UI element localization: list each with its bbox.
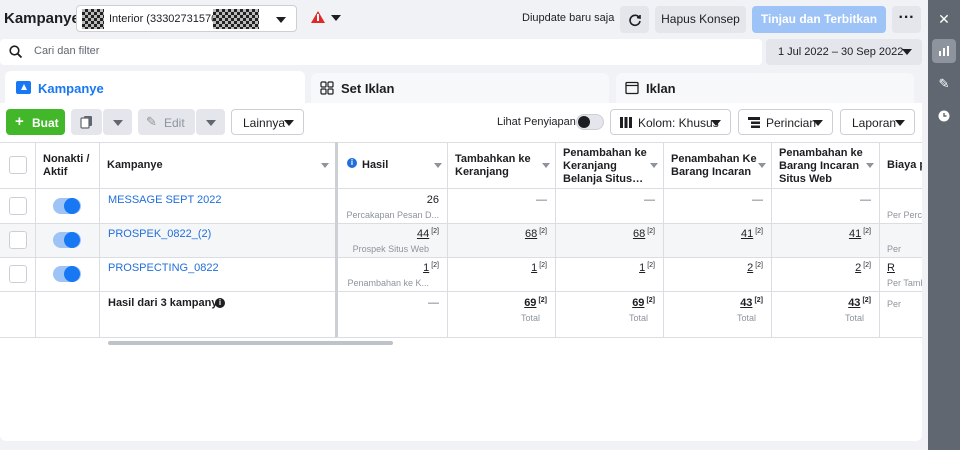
info-icon[interactable]: i [347,158,357,168]
ad-icon [625,81,639,95]
discard-draft-button[interactable]: Hapus Konsep [655,6,746,33]
pencil-icon: ✎ [938,76,950,91]
clock-icon [938,110,950,122]
row-checkbox[interactable] [9,265,27,283]
more-actions-button[interactable]: Lainnya [231,109,304,135]
edit-dropdown[interactable] [196,109,225,135]
col-header-add-wishlist[interactable]: Penambahan Ke Barang Incaran [671,153,761,179]
campaign-toggle[interactable] [53,198,81,214]
campaign-icon [16,81,31,94]
chevron-down-icon [895,120,905,126]
refresh-icon [628,13,641,26]
tab-campaigns[interactable]: Kampanye [5,71,305,104]
redacted-id [213,9,259,29]
close-button[interactable]: ✕ [932,7,956,31]
row-checkbox[interactable] [9,231,27,249]
preview-setup-label: Lihat Penyiapan [497,116,576,128]
sort-icon[interactable] [758,163,766,168]
campaign-name-link[interactable]: PROSPEK_0822_(2) [108,228,211,240]
edit-panel-button[interactable]: ✎ [932,72,956,96]
breakdown-button[interactable]: Perincian [738,109,833,135]
insights-button[interactable] [932,39,956,63]
more-options-button[interactable]: ··· [892,6,921,33]
col-header-results[interactable]: Hasil [362,159,388,172]
tab-adsets-label: Set Iklan [341,81,395,96]
columns-button[interactable]: Kolom: Khusus [610,109,731,135]
chevron-down-icon [902,49,912,55]
tab-campaigns-label: Kampanye [38,81,104,96]
row-checkbox[interactable] [9,197,27,215]
reports-button[interactable]: Laporan [840,109,915,135]
tab-ads-label: Iklan [646,81,676,96]
col-header-cost[interactable]: Biaya pe [887,159,922,172]
duplicate-dropdown[interactable] [103,109,132,135]
campaign-toggle[interactable] [53,266,81,282]
create-button[interactable]: + Buat [6,109,65,135]
col-header-add-to-cart[interactable]: Tambahkan ke Keranjang [455,153,545,179]
update-status: Diupdate baru saja [522,12,615,24]
col-header-add-to-cart-shop[interactable]: Penambahan ke Keranjang Belanja Situs… [563,147,648,186]
sort-icon[interactable] [542,163,550,168]
chevron-down-icon [113,120,123,126]
campaign-name-link[interactable]: MESSAGE SEPT 2022 [108,194,222,206]
date-range-picker[interactable]: 1 Jul 2022 – 30 Sep 2022 [766,39,922,65]
results-value: 26 [426,194,439,206]
search-placeholder: Cari dan filter [34,45,100,57]
grid-icon [320,81,334,95]
page-title: Kampanye [4,10,80,27]
select-all-checkbox[interactable] [9,156,27,174]
close-icon: ✕ [938,10,950,27]
col-header-campaign[interactable]: Kampanye [107,159,163,172]
tab-ads[interactable]: Iklan [616,73,914,103]
duplicate-icon [80,116,92,129]
col-header-add-wishlist-web[interactable]: Penambahan ke Barang Incaran Situs Web [779,147,869,186]
duplicate-button[interactable] [71,109,102,135]
campaign-name-link[interactable]: PROSPECTING_0822 [108,262,219,274]
refresh-button[interactable] [620,6,649,33]
edit-button[interactable]: ✎ Edit [138,109,195,135]
chevron-down-icon [284,120,294,126]
account-label: Interior (33302731570 [109,13,218,25]
review-publish-button[interactable]: Tinjau dan Terbitkan (2) [752,6,886,53]
total-row-label: Hasil dari 3 kampanye [108,297,224,309]
sort-icon[interactable] [321,163,329,168]
account-selector[interactable]: Interior (33302731570 [76,5,297,32]
breakdown-icon [748,117,760,128]
date-range-label: 1 Jul 2022 – 30 Sep 2022 [778,46,904,58]
horizontal-scrollbar[interactable] [108,341,393,345]
results-value[interactable]: 44 [2] [340,228,439,240]
columns-icon [620,117,632,128]
bar-chart-icon [939,46,949,56]
chevron-down-icon [206,120,216,126]
col-header-toggle[interactable]: Nonakti / Aktif [43,153,93,179]
info-icon[interactable]: i [215,298,225,308]
preview-setup-toggle[interactable] [576,114,604,130]
sort-icon[interactable] [434,163,442,168]
redacted-avatar [82,9,104,29]
sort-icon[interactable] [866,163,874,168]
search-icon [9,45,23,59]
plus-icon: + [15,113,24,130]
tab-adsets[interactable]: Set Iklan [311,73,609,103]
campaign-toggle[interactable] [53,232,81,248]
chevron-down-icon [711,120,721,126]
chevron-down-icon [813,120,823,126]
chevron-down-icon [276,17,286,23]
history-button[interactable] [932,104,956,128]
search-input[interactable]: Cari dan filter [0,39,762,65]
pencil-icon: ✎ [146,114,157,129]
right-rail: ✕ ✎ [928,0,960,450]
results-type: Percakapan Pesan D... [346,210,439,220]
sort-icon[interactable] [650,163,658,168]
results-value[interactable]: 1 [2] [340,262,439,274]
chevron-down-icon[interactable] [331,15,341,21]
